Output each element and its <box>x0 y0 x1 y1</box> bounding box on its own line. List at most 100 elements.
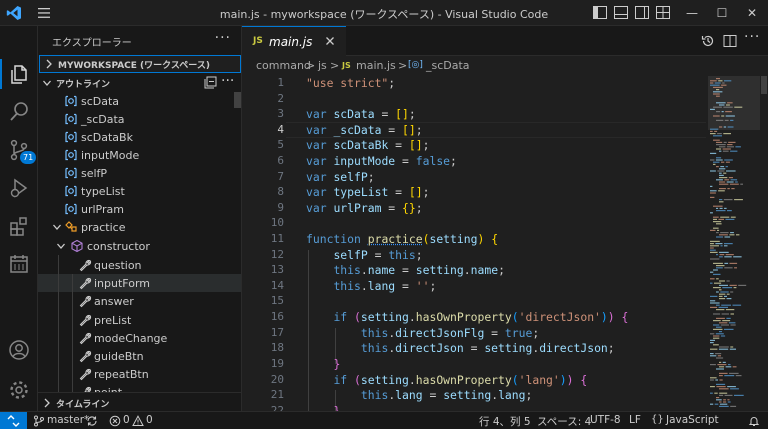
timeline-section-header[interactable]: タイムライン <box>38 392 241 411</box>
collapse-all-icon[interactable] <box>204 76 217 89</box>
timeline-history-icon[interactable] <box>701 34 715 48</box>
editor-scrollbar[interactable] <box>760 76 768 411</box>
outline-item[interactable]: repeatBtn <box>38 365 234 383</box>
encoding-button[interactable]: UTF-8 <box>590 414 621 426</box>
breadcrumb-separator: > <box>306 59 315 72</box>
code-line: var typeList = []; <box>306 185 429 199</box>
outline-item[interactable]: inputMode <box>38 146 234 164</box>
code-line: this.lang = ''; <box>306 279 436 293</box>
line-number: 13 <box>242 263 284 276</box>
language-mode-button[interactable]: JavaScript <box>666 414 719 426</box>
code-line: var inputMode = false; <box>306 154 457 168</box>
outline-item-label: question <box>94 259 142 272</box>
explorer-icon[interactable] <box>7 62 31 86</box>
breadcrumb-item-main-js[interactable]: main.js <box>356 59 396 72</box>
eol-button[interactable]: LF <box>629 414 641 426</box>
editor-more-actions-button[interactable]: ··· <box>744 29 760 45</box>
cursor-position-button[interactable]: 行 4、列 5 <box>479 414 531 429</box>
toggle-panel-icon[interactable] <box>614 6 628 19</box>
remote-indicator-button[interactable] <box>0 412 27 429</box>
code-editor[interactable]: 1 2 3 4 5 6 7 8 9 10 11 12 13 14 15 16 17 18 19 20 21 22 "use… <box>242 76 768 411</box>
code-line: var selfP; <box>306 170 375 184</box>
close-window-button[interactable]: ✕ <box>737 4 767 22</box>
outline-item[interactable]: typeList <box>38 182 234 200</box>
outline-item[interactable]: urlPram <box>38 200 234 218</box>
breadcrumb: command > js > JS main.js > [◎] _scData <box>242 56 768 76</box>
outline-item[interactable]: guideBtn <box>38 347 234 365</box>
outline-item[interactable]: question <box>38 256 234 274</box>
tab-label: main.js <box>269 35 312 49</box>
error-count[interactable]: 0 <box>123 414 130 426</box>
toggle-primary-sidebar-icon[interactable] <box>593 6 607 19</box>
outline-item[interactable]: selfP <box>38 164 234 182</box>
active-indicator <box>0 59 2 89</box>
minimap[interactable] <box>708 76 760 411</box>
line-number: 5 <box>242 138 284 151</box>
account-icon[interactable] <box>7 338 31 362</box>
code-line: this.name = setting.name; <box>306 263 505 277</box>
outline-item[interactable]: preList <box>38 311 234 329</box>
wrench-property-icon <box>78 331 92 345</box>
outline-item-label: practice <box>81 221 125 234</box>
minimize-button[interactable]: — <box>677 4 707 22</box>
search-icon[interactable] <box>7 100 31 124</box>
outline-item[interactable]: practice <box>38 218 234 236</box>
source-control-badge: 71 <box>20 151 36 164</box>
variable-symbol-icon <box>64 148 78 162</box>
maximize-button[interactable]: ☐ <box>707 4 737 22</box>
line-number: 2 <box>242 92 284 105</box>
code-line: if (setting.hasOwnProperty('lang')) { <box>306 373 587 387</box>
breadcrumb-item-js[interactable]: js <box>318 59 327 72</box>
editor-scrollbar-thumb[interactable] <box>761 76 767 94</box>
editor-area: JS main.js ··· command > js > JS main.js… <box>242 26 768 411</box>
toggle-secondary-sidebar-icon[interactable] <box>635 6 649 19</box>
notifications-bell-icon[interactable] <box>748 415 760 427</box>
chevron-right-icon <box>42 397 52 409</box>
code-line: "use strict"; <box>306 76 395 90</box>
extensions-icon[interactable] <box>7 214 31 238</box>
breadcrumb-item-scdata[interactable]: _scData <box>426 59 470 72</box>
tab-main-js[interactable]: JS main.js <box>242 26 346 56</box>
calendar-icon[interactable] <box>7 252 31 276</box>
sidebar-title: エクスプローラー <box>52 34 132 49</box>
code-line: selfP = this; <box>306 248 423 262</box>
chevron-down-icon[interactable] <box>56 240 66 252</box>
branch-icon <box>33 415 45 427</box>
outline-item[interactable]: modeChange <box>38 329 234 347</box>
split-editor-icon[interactable] <box>723 34 737 48</box>
outline-item[interactable]: _scData <box>38 110 234 128</box>
close-icon[interactable] <box>324 35 336 47</box>
method-symbol-icon <box>70 239 84 253</box>
breadcrumb-separator: > <box>330 59 339 72</box>
sync-icon[interactable] <box>86 415 98 427</box>
branch-name-button[interactable]: master* <box>47 414 89 426</box>
outline-more-actions-button[interactable]: ··· <box>221 73 234 86</box>
sidebar-scrollbar-thumb[interactable] <box>234 92 241 108</box>
breadcrumb-item-command[interactable]: command <box>256 59 311 72</box>
chevron-down-icon[interactable] <box>52 221 62 233</box>
gear-icon[interactable] <box>7 378 31 402</box>
outline-item[interactable]: constructor <box>38 237 234 255</box>
code-line: var scData = []; <box>306 107 416 121</box>
warning-count[interactable]: 0 <box>146 414 153 426</box>
outline-item[interactable]: answer <box>38 292 234 310</box>
outline-section-header[interactable]: アウトライン ··· <box>38 74 241 92</box>
tree-indent-guide <box>72 274 73 392</box>
code-line: function practice(setting) { <box>306 232 498 246</box>
workspace-section-header[interactable]: MYWORKSPACE (ワークスペース) <box>39 55 241 73</box>
outline-item-label: urlPram <box>81 203 124 216</box>
run-debug-icon[interactable] <box>7 176 31 200</box>
outline-item[interactable]: scDataBk <box>38 128 234 146</box>
hamburger-menu-icon[interactable] <box>36 5 52 21</box>
wrench-property-icon <box>78 367 92 381</box>
outline-item[interactable]: inputForm <box>38 274 241 292</box>
line-number: 22 <box>242 404 284 411</box>
line-number: 1 <box>242 76 284 89</box>
customize-layout-icon[interactable] <box>656 6 670 19</box>
class-symbol-icon <box>64 220 78 234</box>
outline-item[interactable]: scData <box>38 92 234 110</box>
indentation-button[interactable]: スペース: 4 <box>537 414 591 429</box>
outline-item-label: scDataBk <box>81 131 133 144</box>
js-file-icon: JS <box>342 61 351 70</box>
sidebar-more-actions-button[interactable]: ··· <box>215 30 231 46</box>
